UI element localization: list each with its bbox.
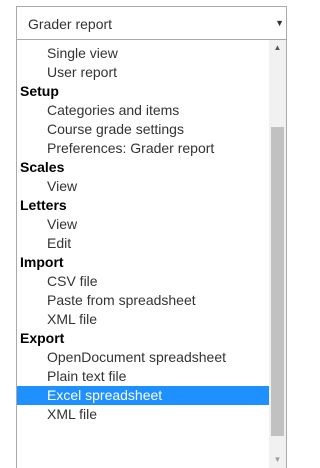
optgroup-label: Setup xyxy=(20,83,59,99)
option-item[interactable]: Single view xyxy=(17,44,271,63)
optgroup-label: Import xyxy=(20,254,64,270)
report-select[interactable]: Grader report ▼ xyxy=(16,6,287,40)
option-item[interactable]: View xyxy=(17,215,271,234)
option-item[interactable]: Edit xyxy=(17,234,271,253)
option-item[interactable]: Categories and items xyxy=(17,101,271,120)
report-select-value: Grader report xyxy=(28,16,113,32)
optgroup-label: Export xyxy=(20,330,65,346)
scroll-down-arrow-icon[interactable]: ▼ xyxy=(269,452,286,468)
option-item[interactable]: Preferences: Grader report xyxy=(17,139,271,158)
dropdown-scrollbar[interactable]: ▲ ▼ xyxy=(269,40,286,468)
scrollbar-thumb[interactable] xyxy=(271,127,284,436)
optgroup-label: Scales xyxy=(20,159,65,175)
chevron-down-icon[interactable]: ▼ xyxy=(275,18,284,28)
option-list: Single view User report Setup Categories an… xyxy=(17,44,271,424)
option-item[interactable]: OpenDocument spreadsheet xyxy=(17,348,271,367)
option-item[interactable]: User report xyxy=(17,63,271,82)
option-item[interactable]: XML file xyxy=(17,310,271,329)
option-item[interactable]: CSV file xyxy=(17,272,271,291)
option-item[interactable]: Plain text file xyxy=(17,367,271,386)
option-item[interactable]: Excel spreadsheet xyxy=(17,386,271,405)
report-dropdown-list[interactable]: Single view User report Setup Categories an… xyxy=(16,40,287,468)
option-item[interactable]: XML file xyxy=(17,405,271,424)
option-item[interactable]: Paste from spreadsheet xyxy=(17,291,271,310)
optgroup-label: Letters xyxy=(20,197,67,213)
option-item[interactable]: Course grade settings xyxy=(17,120,271,139)
option-item[interactable]: View xyxy=(17,177,271,196)
scroll-up-arrow-icon[interactable]: ▲ xyxy=(269,40,286,56)
